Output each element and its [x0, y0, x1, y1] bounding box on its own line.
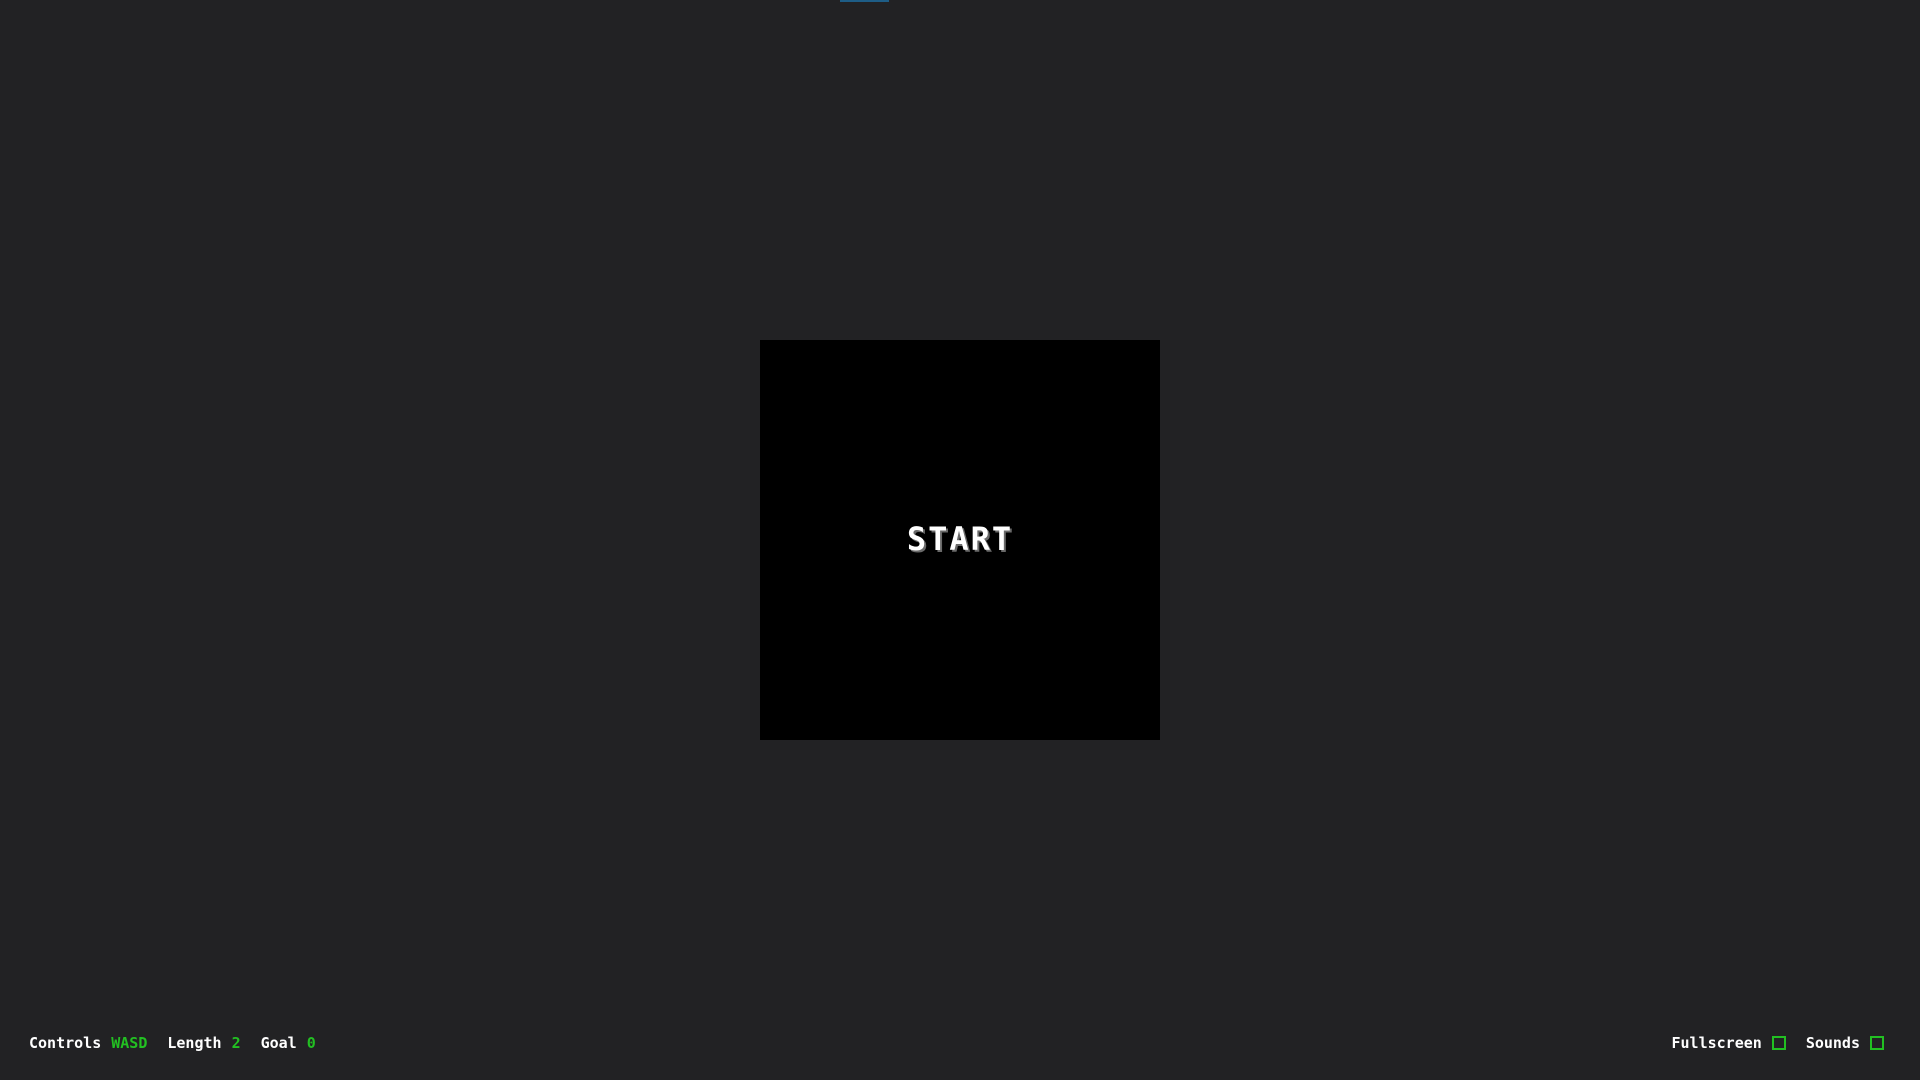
- sounds-toggle[interactable]: Sounds: [1806, 1034, 1884, 1052]
- fullscreen-toggle[interactable]: Fullscreen: [1672, 1034, 1786, 1052]
- controls-label: Controls: [29, 1034, 102, 1052]
- stats-bar: Controls WASD Length 2 Goal 0: [29, 1031, 336, 1055]
- settings-bar: Fullscreen Sounds: [1652, 1031, 1884, 1055]
- length-stat: Length 2: [167, 1034, 240, 1052]
- start-button[interactable]: START: [907, 520, 1013, 558]
- goal-stat: Goal 0: [261, 1034, 316, 1052]
- goal-label: Goal: [260, 1034, 297, 1052]
- game-board[interactable]: START: [760, 340, 1160, 740]
- controls-value: WASD: [111, 1034, 148, 1052]
- fullscreen-checkbox[interactable]: [1771, 1036, 1786, 1050]
- length-label: Length: [167, 1034, 222, 1052]
- goal-value: 0: [306, 1034, 316, 1052]
- fullscreen-label: Fullscreen: [1671, 1034, 1762, 1052]
- length-value: 2: [231, 1034, 241, 1052]
- sounds-label: Sounds: [1805, 1034, 1860, 1052]
- top-progress-indicator: [840, 0, 889, 2]
- controls-stat: Controls WASD: [29, 1034, 147, 1052]
- sounds-checkbox[interactable]: [1870, 1036, 1884, 1050]
